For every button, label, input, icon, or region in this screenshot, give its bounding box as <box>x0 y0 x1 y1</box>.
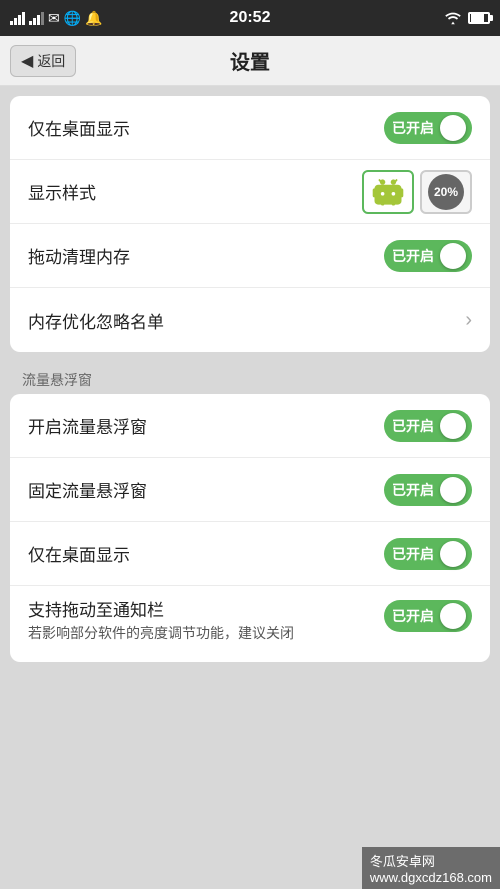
wifi-icon <box>444 11 462 25</box>
watermark: 冬瓜安卓网 www.dgxcdz168.com <box>362 847 500 889</box>
toggle-drag-clean[interactable]: 已开启 <box>384 240 472 272</box>
status-right <box>444 11 490 25</box>
toggle-knob-2 <box>440 243 466 269</box>
display-style-options: 20% <box>362 170 472 214</box>
row-display-style-label: 显示样式 <box>28 179 96 204</box>
signal-bar-2 <box>29 11 44 25</box>
row-desktop-only-label: 仅在桌面显示 <box>28 115 130 140</box>
toggle-knob-4 <box>440 477 466 503</box>
toggle-open-float-label: 已开启 <box>392 416 434 436</box>
toggle-open-float[interactable]: 已开启 <box>384 410 472 442</box>
toggle-knob <box>440 115 466 141</box>
toggle-desktop-only-2[interactable]: 已开启 <box>384 538 472 570</box>
watermark-url: www.dgxcdz168.com <box>370 870 492 885</box>
watermark-text: 冬瓜安卓网 <box>370 854 435 869</box>
row-display-style: 显示样式 <box>10 160 490 224</box>
row-fix-float-label: 固定流量悬浮窗 <box>28 477 147 502</box>
settings-card-1: 仅在桌面显示 已开启 显示样式 <box>10 96 490 352</box>
settings-card-2: 开启流量悬浮窗 已开启 固定流量悬浮窗 已开启 仅在桌面显示 已开启 <box>10 394 490 662</box>
back-arrow-icon: ◀ <box>21 51 33 71</box>
toggle-desktop-only-2-label: 已开启 <box>392 544 434 564</box>
nav-bar: ◀ 返回 设置 <box>0 36 500 86</box>
toggle-knob-6 <box>440 603 466 629</box>
row-drag-notify-content: 支持拖动至通知栏 若影响部分软件的亮度调节功能，建议关闭 <box>28 596 294 644</box>
message-icon: ✉ <box>48 10 60 27</box>
row-ignore-list[interactable]: 内存优化忽略名单 › <box>10 288 490 352</box>
back-button[interactable]: ◀ 返回 <box>10 45 76 77</box>
row-fix-float: 固定流量悬浮窗 已开启 <box>10 458 490 522</box>
signal-bar-1 <box>10 11 25 25</box>
row-open-float-label: 开启流量悬浮窗 <box>28 413 147 438</box>
row-drag-notify-label: 支持拖动至通知栏 <box>28 596 294 621</box>
globe-icon: 🌐 <box>64 10 81 27</box>
android-icon <box>370 174 406 210</box>
main-content: 仅在桌面显示 已开启 显示样式 <box>0 86 500 889</box>
toggle-drag-clean-label: 已开启 <box>392 246 434 266</box>
battery-icon <box>468 12 490 24</box>
toggle-desktop-only[interactable]: 已开启 <box>384 112 472 144</box>
section-header-float: 流量悬浮窗 <box>10 362 490 394</box>
row-drag-notify: 支持拖动至通知栏 若影响部分软件的亮度调节功能，建议关闭 已开启 <box>10 586 490 662</box>
toggle-knob-3 <box>440 413 466 439</box>
row-desktop-only-2-label: 仅在桌面显示 <box>28 541 130 566</box>
row-desktop-only-2: 仅在桌面显示 已开启 <box>10 522 490 586</box>
toggle-drag-notify-label: 已开启 <box>392 606 434 626</box>
percent-badge: 20% <box>428 174 464 210</box>
back-label: 返回 <box>37 51 65 71</box>
row-desktop-only: 仅在桌面显示 已开启 <box>10 96 490 160</box>
percent-label: 20% <box>434 185 458 199</box>
status-bar: ✉ 🌐 🔔 20:52 <box>0 0 500 36</box>
row-open-float: 开启流量悬浮窗 已开启 <box>10 394 490 458</box>
toggle-knob-5 <box>440 541 466 567</box>
chevron-icon: › <box>465 309 472 332</box>
toggle-drag-notify[interactable]: 已开启 <box>384 600 472 632</box>
row-drag-notify-sublabel: 若影响部分软件的亮度调节功能，建议关闭 <box>28 624 294 644</box>
row-ignore-list-label: 内存优化忽略名单 <box>28 308 164 333</box>
status-time: 20:52 <box>230 9 271 27</box>
row-drag-clean-label: 拖动清理内存 <box>28 243 130 268</box>
style-option-android[interactable] <box>362 170 414 214</box>
toggle-fix-float-label: 已开启 <box>392 480 434 500</box>
row-drag-clean: 拖动清理内存 已开启 <box>10 224 490 288</box>
nav-title: 设置 <box>230 46 270 75</box>
style-option-percent[interactable]: 20% <box>420 170 472 214</box>
toggle-desktop-only-label: 已开启 <box>392 118 434 138</box>
status-left: ✉ 🌐 🔔 <box>10 10 103 27</box>
toggle-fix-float[interactable]: 已开启 <box>384 474 472 506</box>
notification-icon: 🔔 <box>85 10 102 27</box>
